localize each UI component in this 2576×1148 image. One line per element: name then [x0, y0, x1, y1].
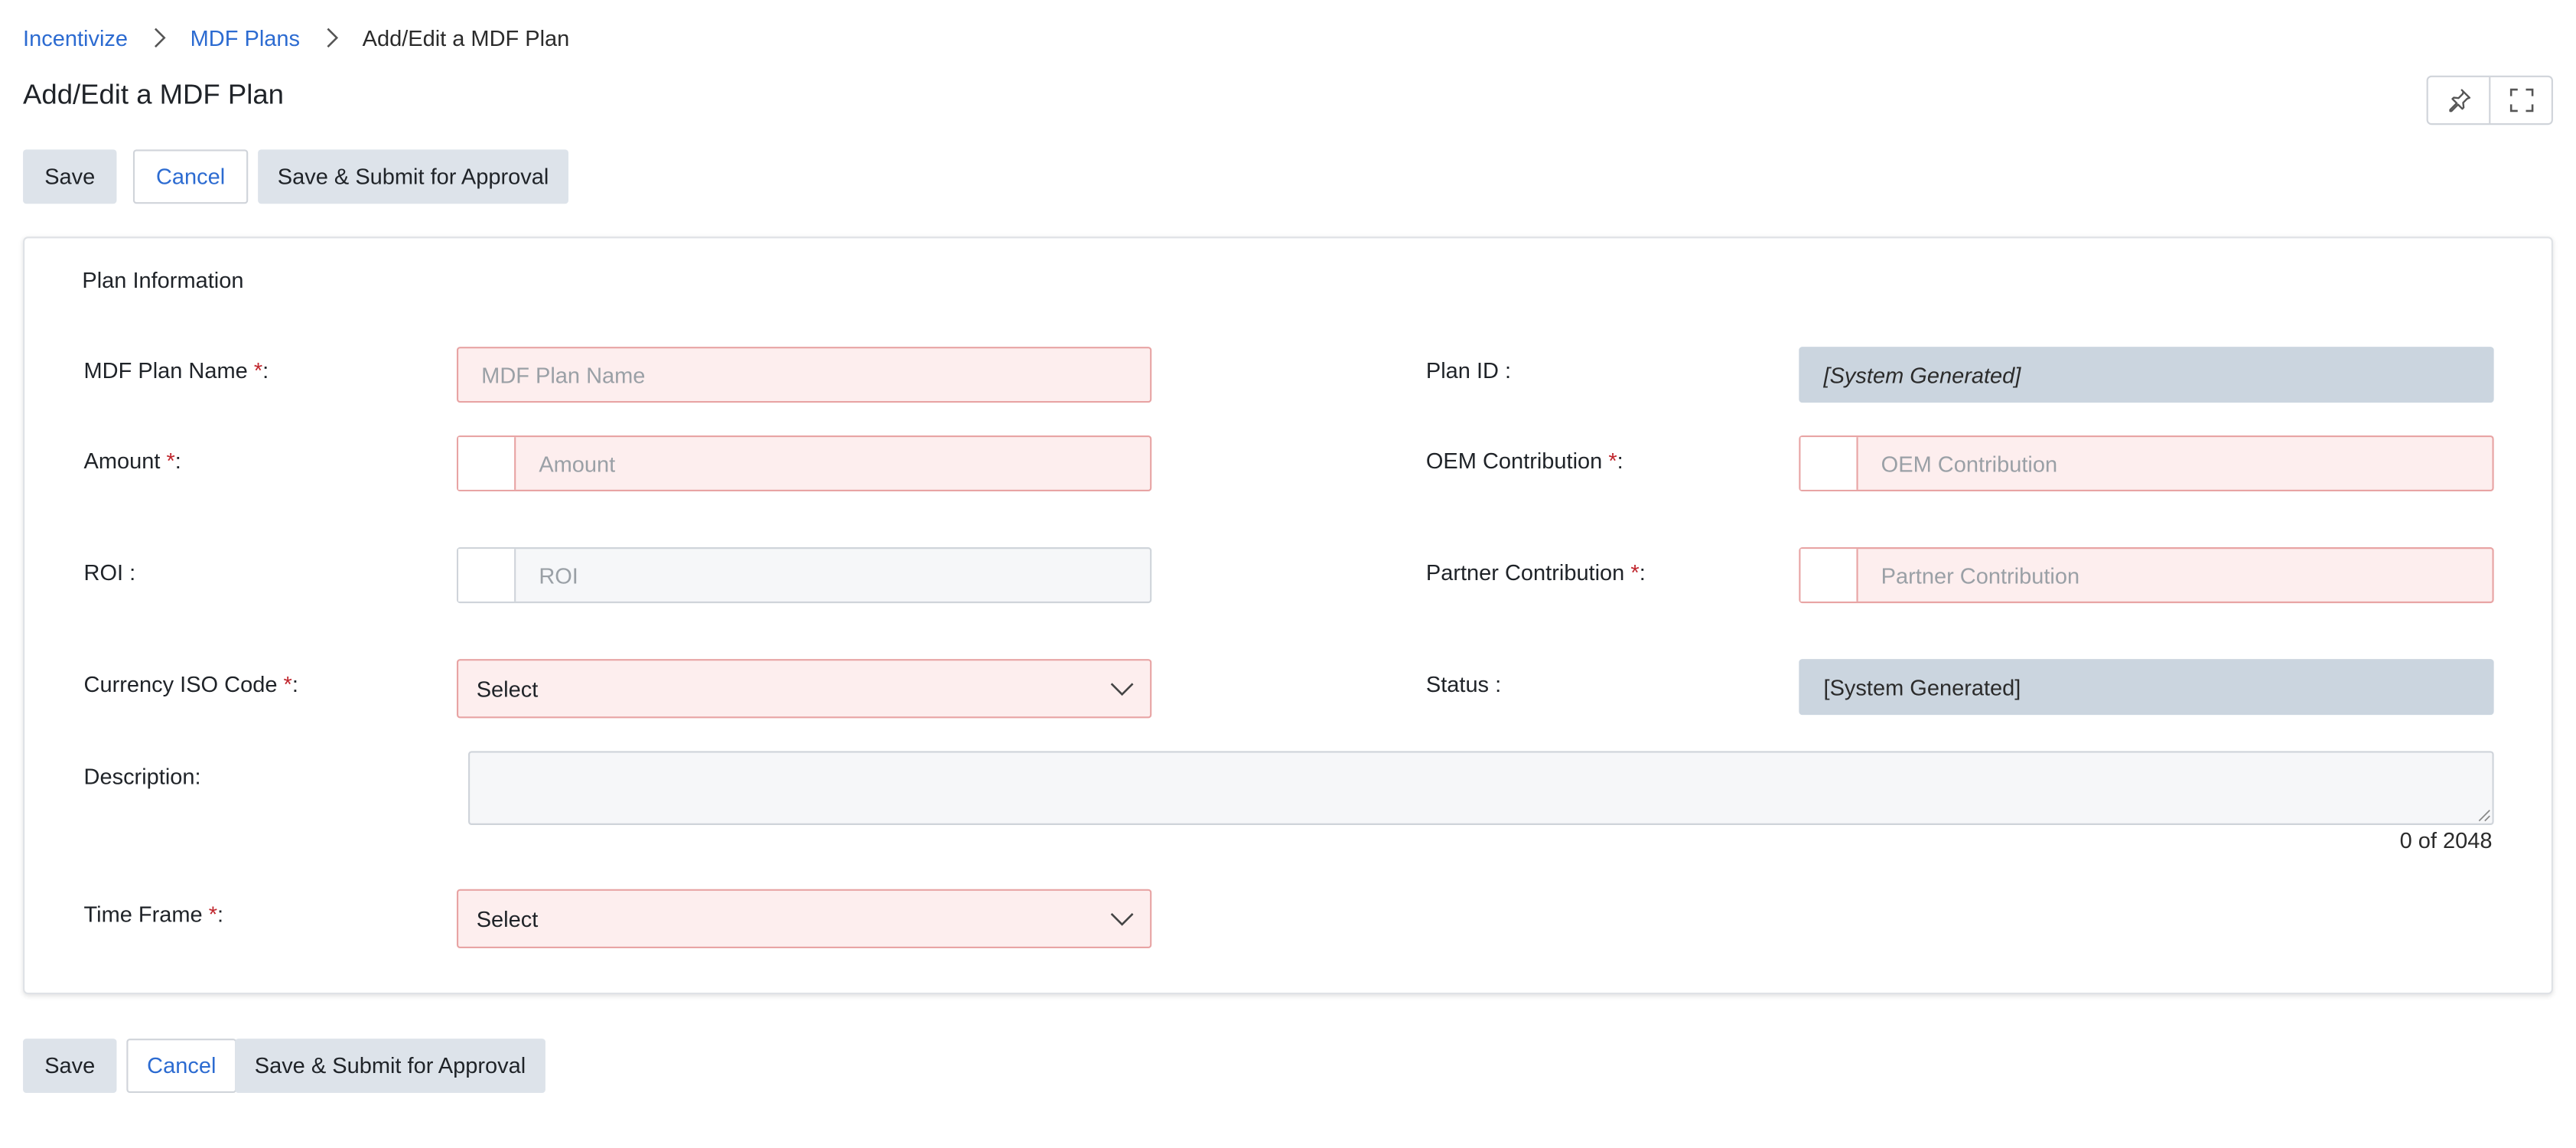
- required-marker: *: [1608, 448, 1617, 474]
- partner-contribution-input[interactable]: Partner Contribution: [1799, 547, 2494, 604]
- oem-contribution-label-text: OEM Contribution: [1425, 448, 1609, 474]
- currency-select-value: Select: [476, 676, 539, 701]
- oem-contribution-label: OEM Contribution *:: [1426, 448, 1623, 473]
- breadcrumb-link-mdf-plans[interactable]: MDF Plans: [191, 25, 300, 50]
- amount-currency-prefix: [458, 437, 516, 490]
- required-marker: *: [166, 448, 175, 474]
- status-label: Status :: [1425, 672, 1502, 697]
- required-marker: *: [283, 672, 292, 697]
- label-suffix: :: [174, 448, 181, 474]
- amount-label-text: Amount: [83, 448, 167, 474]
- oem-contribution-input[interactable]: OEM Contribution: [1799, 435, 2494, 492]
- amount-placeholder: Amount: [539, 451, 616, 476]
- description-textarea[interactable]: [467, 751, 2494, 825]
- oem-currency-prefix: [1800, 437, 1858, 490]
- time-frame-label: Time Frame *:: [84, 902, 224, 927]
- chevron-right-icon: [145, 23, 174, 53]
- save-submit-button-top[interactable]: Save & Submit for Approval: [258, 149, 568, 204]
- page-tools: [2426, 75, 2553, 126]
- page-title: Add/Edit a MDF Plan: [23, 79, 284, 110]
- breadcrumb: Incentivize MDF Plans Add/Edit a MDF Pla…: [23, 23, 569, 53]
- description-char-count: 0 of 2048: [2399, 828, 2493, 853]
- plan-id-field: [System Generated]: [1799, 347, 2494, 403]
- currency-select[interactable]: Select: [456, 659, 1152, 719]
- required-marker: *: [208, 902, 218, 928]
- pin-icon: [2445, 87, 2471, 113]
- cancel-button-top[interactable]: Cancel: [132, 149, 249, 204]
- amount-label: Amount *:: [84, 448, 181, 473]
- partner-contribution-placeholder: Partner Contribution: [1881, 563, 2080, 588]
- description-label: Description:: [83, 764, 201, 789]
- resize-handle-icon[interactable]: [2477, 808, 2490, 822]
- pin-button[interactable]: [2428, 77, 2489, 123]
- required-marker: *: [1630, 560, 1640, 585]
- partner-contribution-label-text: Partner Contribution: [1425, 560, 1631, 585]
- roi-placeholder: ROI: [539, 563, 578, 588]
- breadcrumb-link-incentivize[interactable]: Incentivize: [23, 25, 128, 50]
- time-frame-select-value: Select: [476, 906, 539, 931]
- chevron-down-icon: [1107, 673, 1137, 703]
- expand-button[interactable]: [2489, 77, 2552, 124]
- plan-name-label: MDF Plan Name *:: [84, 358, 269, 383]
- label-suffix: :: [1617, 448, 1623, 474]
- label-suffix: :: [262, 358, 269, 383]
- label-suffix: :: [291, 672, 298, 697]
- roi-prefix: [458, 549, 516, 602]
- required-marker: *: [253, 358, 263, 383]
- plan-name-placeholder: MDF Plan Name: [481, 362, 646, 387]
- breadcrumb-current: Add/Edit a MDF Plan: [362, 25, 570, 51]
- currency-label-text: Currency ISO Code: [83, 672, 284, 697]
- plan-id-value: [System Generated]: [1823, 362, 2021, 387]
- plan-id-label: Plan ID :: [1425, 358, 1512, 383]
- save-submit-button-bottom[interactable]: Save & Submit for Approval: [235, 1039, 545, 1093]
- label-suffix: :: [217, 902, 224, 928]
- status-value: [System Generated]: [1823, 674, 2021, 700]
- plan-information-panel: Plan Information MDF Plan Name *: MDF Pl…: [23, 236, 2553, 995]
- currency-label: Currency ISO Code *:: [84, 672, 298, 696]
- cancel-button-bottom[interactable]: Cancel: [126, 1039, 237, 1093]
- label-suffix: :: [1639, 560, 1646, 585]
- status-field: [System Generated]: [1799, 659, 2494, 716]
- chevron-down-icon: [1107, 904, 1137, 934]
- chevron-right-icon: [316, 23, 346, 53]
- oem-contribution-placeholder: OEM Contribution: [1881, 451, 2058, 476]
- roi-label: ROI :: [83, 560, 136, 585]
- save-button-bottom[interactable]: Save: [23, 1039, 117, 1093]
- save-button-top[interactable]: Save: [23, 149, 117, 204]
- time-frame-label-text: Time Frame: [83, 902, 209, 928]
- plan-name-label-text: MDF Plan Name: [83, 358, 254, 383]
- roi-input[interactable]: ROI: [456, 547, 1152, 604]
- plan-name-input[interactable]: MDF Plan Name: [456, 347, 1152, 403]
- partner-contribution-label: Partner Contribution *:: [1426, 560, 1646, 585]
- expand-icon: [2508, 87, 2534, 113]
- partner-currency-prefix: [1800, 549, 1858, 602]
- amount-input[interactable]: Amount: [456, 435, 1152, 492]
- time-frame-select[interactable]: Select: [456, 889, 1152, 949]
- section-title: Plan Information: [82, 268, 244, 293]
